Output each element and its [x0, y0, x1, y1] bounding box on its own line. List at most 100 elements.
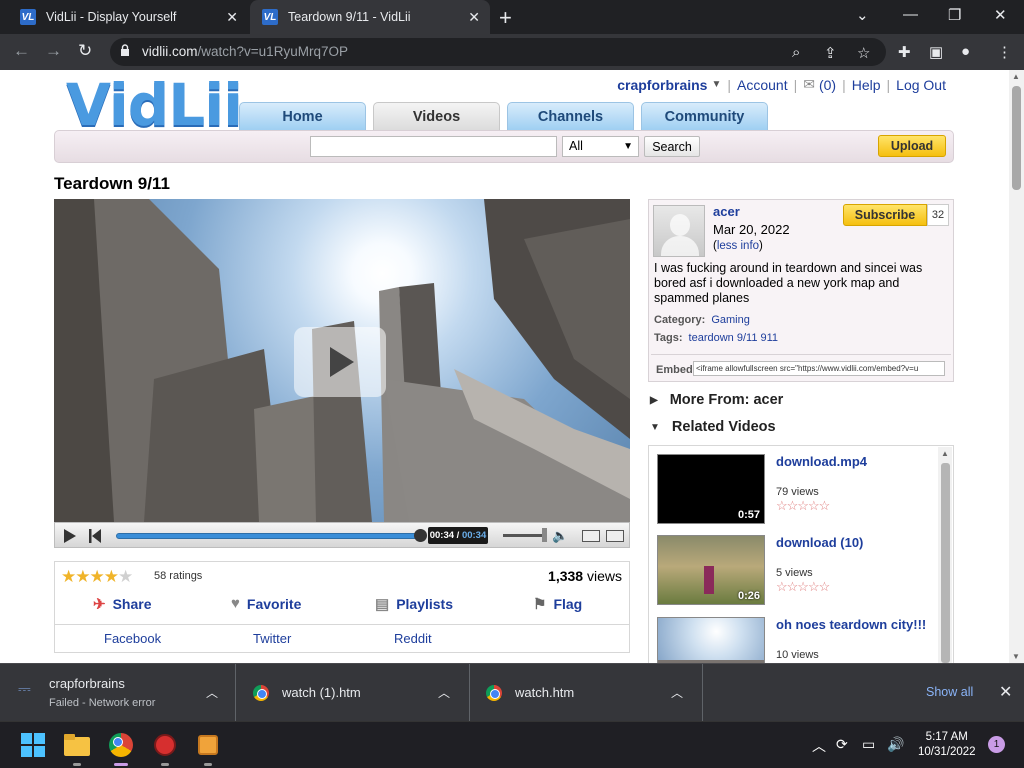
- share-twitter-link[interactable]: Twitter: [253, 631, 291, 646]
- sync-error-icon[interactable]: ⟳: [836, 736, 848, 753]
- scroll-down-icon[interactable]: ▼: [1012, 652, 1020, 661]
- embed-code-field[interactable]: <iframe allowfullscreen src="https://www…: [693, 361, 945, 376]
- start-button[interactable]: [18, 730, 48, 760]
- video-thumbnail[interactable]: 0:26: [657, 535, 765, 605]
- reload-icon[interactable]: ↻: [78, 41, 92, 61]
- scrollbar-thumb[interactable]: [1012, 86, 1021, 190]
- page-scrollbar[interactable]: ▲ ▼: [1009, 70, 1024, 663]
- theater-mode-icon[interactable]: [582, 530, 600, 542]
- related-scrollbar[interactable]: ▲: [938, 447, 952, 663]
- rating-stars[interactable]: ★★★★★: [61, 567, 133, 587]
- tray-overflow-chevron-icon[interactable]: ︿: [812, 736, 826, 756]
- profile-icon[interactable]: ●: [961, 43, 970, 60]
- nav-tab-channels[interactable]: Channels: [507, 102, 634, 130]
- inbox-count[interactable]: (0): [819, 77, 836, 93]
- account-link[interactable]: Account: [737, 77, 788, 93]
- menu-kebab-icon[interactable]: ⋮: [997, 43, 1012, 61]
- play-icon[interactable]: [64, 529, 76, 543]
- chevron-up-icon[interactable]: ︿: [206, 684, 218, 701]
- share-facebook-link[interactable]: Facebook: [104, 631, 161, 646]
- related-video-title[interactable]: download (10): [776, 535, 863, 550]
- chevron-up-icon[interactable]: ︿: [671, 684, 683, 701]
- tags-link[interactable]: teardown 9/11 911: [689, 332, 779, 344]
- volume-icon[interactable]: 🔊: [887, 736, 904, 753]
- volume-slider[interactable]: [503, 534, 547, 537]
- username-link[interactable]: crapforbrains: [617, 77, 707, 93]
- back-arrow-icon[interactable]: ←: [13, 41, 30, 61]
- chevron-down-icon[interactable]: ▼: [711, 79, 721, 90]
- taskbar-file-explorer[interactable]: [62, 730, 92, 766]
- show-all-downloads-link[interactable]: Show all: [926, 685, 973, 699]
- share-button[interactable]: ✈ Share: [93, 595, 152, 613]
- zoom-icon[interactable]: ⌕: [792, 44, 800, 61]
- list-item[interactable]: oh noes teardown city!!! 10 views: [657, 617, 937, 663]
- nav-tab-videos[interactable]: Videos: [373, 102, 500, 130]
- download-item[interactable]: watch.htm ︿: [470, 664, 703, 722]
- tab-search-chevron-icon[interactable]: ⌄: [856, 6, 869, 24]
- forward-arrow-icon[interactable]: →: [45, 41, 62, 61]
- share-page-icon[interactable]: ⇪: [824, 44, 837, 62]
- search-button[interactable]: Search: [644, 136, 700, 157]
- seek-bar[interactable]: [116, 533, 421, 539]
- download-item[interactable]: ⎓ crapforbrains Failed - Network error ︿: [0, 664, 236, 722]
- favorite-button[interactable]: ♥ Favorite: [231, 595, 301, 612]
- less-info-toggle[interactable]: (less info): [713, 240, 763, 252]
- avatar[interactable]: [653, 205, 705, 257]
- video-title: Teardown 9/11: [54, 174, 170, 193]
- fullscreen-icon[interactable]: [606, 530, 624, 542]
- scroll-up-icon[interactable]: ▲: [1012, 72, 1020, 81]
- playlists-button[interactable]: ▤ Playlists: [375, 595, 453, 613]
- taskbar-media-app[interactable]: [193, 730, 223, 766]
- restore-icon[interactable]: ❐: [948, 6, 961, 24]
- flag-button[interactable]: ⚑ Flag: [533, 595, 582, 613]
- scroll-up-icon[interactable]: ▲: [941, 449, 949, 458]
- address-bar[interactable]: vidlii.com/watch?v=u1RyuMrq7OP ⌕ ⇪ ☆: [110, 38, 886, 66]
- download-item[interactable]: watch (1).htm ︿: [236, 664, 470, 722]
- seek-handle[interactable]: [414, 529, 427, 542]
- tab-close-icon[interactable]: ✕: [468, 9, 480, 26]
- related-video-title[interactable]: download.mp4: [776, 454, 867, 469]
- subscribe-button[interactable]: Subscribe: [843, 204, 927, 226]
- search-input[interactable]: [310, 136, 557, 157]
- category-link[interactable]: Gaming: [711, 314, 750, 326]
- side-panel-icon[interactable]: ▣: [929, 43, 943, 61]
- system-clock[interactable]: 5:17 AM 10/31/2022: [918, 730, 976, 760]
- search-category-select[interactable]: All ▼: [562, 136, 639, 157]
- video-thumbnail[interactable]: [657, 617, 765, 663]
- new-tab-icon[interactable]: +: [499, 5, 512, 31]
- vidlii-logo[interactable]: VidLii: [66, 76, 243, 134]
- big-play-button[interactable]: [294, 327, 386, 397]
- share-reddit-link[interactable]: Reddit: [394, 631, 432, 646]
- uploader-link[interactable]: acer: [713, 204, 740, 219]
- browser-tab-vidlii-home[interactable]: VL VidLii - Display Yourself ✕: [8, 0, 248, 34]
- taskbar-app-red[interactable]: [150, 730, 180, 766]
- inbox-icon[interactable]: ✉: [803, 76, 815, 93]
- window-close-icon[interactable]: ✕: [994, 6, 1007, 24]
- minimize-icon[interactable]: —: [903, 6, 918, 23]
- list-item[interactable]: 0:26 download (10) 5 views ☆☆☆☆☆: [657, 535, 937, 609]
- list-item[interactable]: 0:57 download.mp4 79 views ☆☆☆☆☆: [657, 454, 937, 528]
- browser-tab-teardown[interactable]: VL Teardown 9/11 - VidLii ✕: [250, 0, 490, 34]
- tab-close-icon[interactable]: ✕: [226, 9, 238, 26]
- related-video-title[interactable]: oh noes teardown city!!!: [776, 617, 926, 632]
- network-icon[interactable]: ▭: [862, 736, 875, 753]
- nav-tab-community[interactable]: Community: [641, 102, 768, 130]
- chevron-up-icon[interactable]: ︿: [438, 684, 450, 701]
- nav-tab-home[interactable]: Home: [239, 102, 366, 130]
- upload-button[interactable]: Upload: [878, 135, 946, 157]
- more-from-section-toggle[interactable]: ▶ More From: acer: [650, 392, 783, 408]
- video-thumbnail[interactable]: 0:57: [657, 454, 765, 524]
- skip-back-icon[interactable]: [89, 529, 101, 543]
- logout-link[interactable]: Log Out: [896, 77, 946, 93]
- extensions-icon[interactable]: ✚: [898, 43, 911, 61]
- taskbar-chrome[interactable]: [106, 730, 136, 766]
- volume-handle[interactable]: [542, 528, 547, 542]
- notification-badge[interactable]: 1: [988, 736, 1005, 753]
- related-videos-section-toggle[interactable]: ▼ Related Videos: [650, 419, 776, 435]
- scrollbar-thumb[interactable]: [941, 463, 950, 663]
- speaker-icon[interactable]: 🔈: [552, 528, 568, 544]
- help-link[interactable]: Help: [852, 77, 881, 93]
- bookmark-star-icon[interactable]: ☆: [857, 44, 870, 62]
- close-icon[interactable]: ✕: [999, 682, 1012, 702]
- video-player[interactable]: [54, 199, 630, 522]
